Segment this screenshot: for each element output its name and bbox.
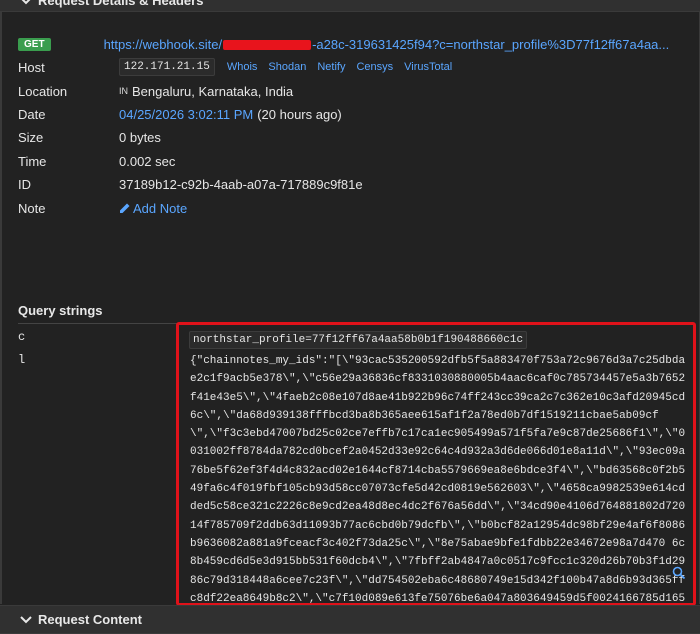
id-row: ID 37189b12-c92b-4aab-a07a-717889c9f81e: [18, 174, 363, 194]
query-value: northstar_profile=77f12ff67a4aa58b0b1f19…: [189, 331, 528, 349]
query-strings-divider: [18, 323, 178, 324]
country-flag-icon: IN: [119, 86, 128, 96]
note-row: Note Add Note: [18, 198, 187, 218]
size-label: Size: [18, 129, 44, 145]
whois-link[interactable]: Whois: [227, 61, 258, 73]
size-row: Size 0 bytes: [18, 127, 161, 147]
time-label: Time: [18, 153, 47, 169]
date-row: Date 04/25/2026 3:02:11 PM (20 hours ago…: [18, 104, 342, 124]
location-label: Location: [18, 83, 68, 99]
host-ip: 122.171.21.15: [119, 58, 215, 76]
panel-left-border: [0, 12, 2, 604]
location-row: Location IN Bengaluru, Karnataka, India: [18, 81, 293, 101]
id-value: 37189b12-c92b-4aab-a07a-717889c9f81e: [119, 176, 363, 192]
request-details-header[interactable]: Request Details & Headers: [0, 0, 700, 12]
host-label: Host: [18, 59, 45, 75]
shodan-link[interactable]: Shodan: [268, 61, 306, 73]
add-note-label: Add Note: [133, 200, 188, 216]
request-details-title: Request Details & Headers: [38, 0, 204, 8]
request-content-title: Request Content: [38, 612, 142, 627]
date-value[interactable]: 04/25/2026 3:02:11 PM: [119, 107, 253, 122]
url-row: GET https://webhook.site/-a28c-319631425…: [18, 34, 679, 54]
chevron-down-icon: [20, 612, 34, 627]
query-value-json: {"chainnotes_my_ids":"[\"93cac535200592d…: [190, 355, 686, 623]
method-badge: GET: [18, 37, 51, 51]
date-relative: (20 hours ago): [257, 106, 342, 122]
location-value: Bengaluru, Karnataka, India: [132, 83, 294, 99]
time-value: 0.002 sec: [119, 153, 176, 169]
note-label: Note: [18, 200, 46, 216]
virustotal-link[interactable]: VirusTotal: [404, 61, 452, 73]
chevron-down-icon: [20, 0, 34, 8]
date-label: Date: [18, 106, 46, 122]
host-row: Host 122.171.21.15 Whois Shodan Netify C…: [18, 57, 463, 77]
request-content-header[interactable]: Request Content: [0, 605, 700, 634]
time-row: Time 0.002 sec: [18, 151, 175, 171]
request-url[interactable]: https://webhook.site/-a28c-319631425f94?…: [104, 37, 679, 52]
size-value: 0 bytes: [119, 129, 161, 145]
query-key: l: [18, 353, 26, 367]
pencil-icon: [120, 203, 130, 213]
search-icon[interactable]: [672, 566, 686, 580]
query-strings-title: Query strings: [18, 303, 103, 318]
query-key: c: [18, 330, 26, 344]
redaction-mark: [223, 40, 312, 51]
add-note-button[interactable]: Add Note: [119, 201, 187, 216]
netify-link[interactable]: Netify: [317, 61, 345, 73]
censys-link[interactable]: Censys: [356, 61, 393, 73]
id-label: ID: [18, 176, 31, 192]
